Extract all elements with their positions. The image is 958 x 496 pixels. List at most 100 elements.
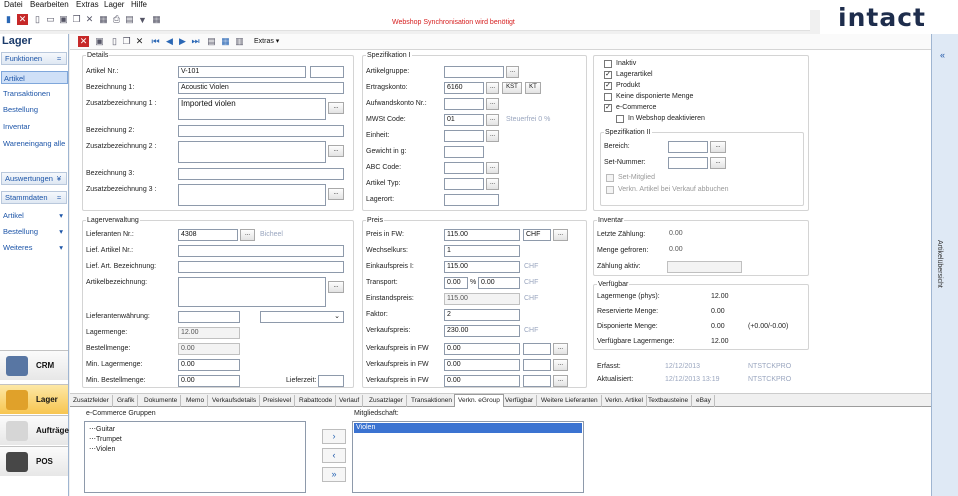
mitgliedschaft-list[interactable]: Violen [352, 421, 584, 493]
close-icon[interactable]: ✕ [84, 14, 95, 25]
set-nummer-lookup-button[interactable]: ... [710, 157, 726, 169]
tab-verkaufsdetails[interactable]: Verkaufsdetails [209, 395, 261, 407]
keine-dispo-checkbox[interactable] [604, 93, 612, 101]
set-nummer-input[interactable] [668, 157, 708, 169]
bezeichnung3-input[interactable] [178, 168, 344, 180]
delete-icon[interactable]: ✕ [17, 14, 28, 25]
tab-zusatzfelder[interactable]: Zusatzfelder [70, 395, 113, 407]
verkaufspreis-fw2-currency[interactable] [523, 359, 551, 371]
next-record-icon[interactable]: ▶ [177, 36, 188, 47]
sidebar-item-weiteres[interactable]: Weiteres ▾ [1, 241, 68, 254]
currency-lookup-button[interactable]: ... [553, 229, 568, 241]
lief-art-bez-input[interactable] [178, 261, 344, 273]
table-icon[interactable]: ▦ [151, 14, 162, 25]
sidebar-item-artikel[interactable]: Artikel [1, 71, 68, 84]
artikelbezeichnung-textarea[interactable] [178, 277, 326, 307]
verkaufspreis-fw3-lookup[interactable]: ... [553, 375, 568, 387]
aufwandskonto-lookup-button[interactable]: ... [486, 98, 499, 110]
verkaufspreis-fw1-input[interactable]: 0.00 [444, 343, 520, 355]
expand-panel-icon[interactable]: « [940, 50, 945, 60]
gewicht-input[interactable] [444, 146, 484, 158]
nav-auftraege[interactable]: Aufträge [0, 415, 69, 445]
menu-bearbeiten[interactable]: Bearbeiten [30, 0, 69, 10]
artikel-typ-lookup-button[interactable]: ... [486, 178, 499, 190]
tab-rabattcode[interactable]: Rabattcode [296, 395, 337, 407]
new-record-icon[interactable]: ▯ [109, 36, 120, 47]
artikelbezeichnung-more-button[interactable]: ... [328, 281, 344, 293]
grid-icon[interactable]: ▦ [98, 14, 109, 25]
last-record-icon[interactable]: ⏭ [190, 36, 201, 47]
ecommerce-gruppen-tree[interactable]: ⋯Guitar ⋯Trumpet ⋯Violen [84, 421, 306, 493]
einheit-lookup-button[interactable]: ... [486, 130, 499, 142]
artikel-nr-suffix-input[interactable] [310, 66, 344, 78]
filter-icon[interactable]: ▼ [137, 14, 148, 25]
faktor-input[interactable]: 2 [444, 309, 520, 321]
verkaufspreis-fw3-input[interactable]: 0.00 [444, 375, 520, 387]
bars-icon[interactable]: ▮ [3, 14, 14, 25]
artikel-typ-input[interactable] [444, 178, 484, 190]
nav-lager[interactable]: Lager [0, 384, 68, 414]
aufwandskonto-input[interactable] [444, 98, 484, 110]
menu-extras[interactable]: Extras [76, 0, 99, 10]
zusatzbez2-textarea[interactable] [178, 141, 326, 163]
sidebar-item-transaktionen[interactable]: Transaktionen [1, 87, 68, 100]
lief-artikel-nr-input[interactable] [178, 245, 344, 257]
sidebar-item-stamm-bestellung[interactable]: Bestellung ▾ [1, 225, 68, 238]
extras-dropdown[interactable]: Extras ▾ [254, 37, 279, 45]
tab-preislevel[interactable]: Preislevel [260, 395, 296, 407]
menu-lager[interactable]: Lager [104, 0, 124, 10]
section-funktionen[interactable]: Funktionen ≈ [1, 52, 67, 65]
wechselkurs-input[interactable]: 1 [444, 245, 520, 257]
verkaufspreis-fw1-currency[interactable] [523, 343, 551, 355]
kt-button[interactable]: KT [525, 82, 541, 94]
lagerort-input[interactable] [444, 194, 499, 206]
tree-item[interactable]: ⋯Guitar [89, 425, 115, 433]
verkaufspreis-fw2-input[interactable]: 0.00 [444, 359, 520, 371]
report-icon[interactable]: ▤ [206, 36, 217, 47]
mwst-input[interactable]: 01 [444, 114, 484, 126]
zusatzbez3-textarea[interactable] [178, 184, 326, 206]
tree-item[interactable]: ⋯Violen [89, 445, 115, 453]
tab-verkn-artikel[interactable]: Verkn. Artikel [602, 395, 647, 407]
bereich-lookup-button[interactable]: ... [710, 141, 726, 153]
menu-hilfe[interactable]: Hilfe [131, 0, 147, 10]
bereich-input[interactable] [668, 141, 708, 153]
einheit-input[interactable] [444, 130, 484, 142]
currency-input[interactable]: CHF [523, 229, 551, 241]
min-lagermenge-input[interactable]: 0.00 [178, 359, 240, 371]
save-record-icon[interactable]: ▣ [94, 36, 105, 47]
tab-weitere-lieferanten[interactable]: Weitere Lieferanten [538, 395, 602, 407]
webshop-deaktivieren-checkbox[interactable] [616, 115, 624, 123]
copy-record-icon[interactable]: ❐ [121, 36, 132, 47]
printer-icon[interactable]: ▤ [124, 14, 135, 25]
verkaufspreis-input[interactable]: 230.00 [444, 325, 520, 337]
bezeichnung2-input[interactable] [178, 125, 344, 137]
new-icon[interactable]: ▯ [32, 14, 43, 25]
transport-percent-input[interactable]: 0.00 [444, 277, 468, 289]
zusatzbez1-more-button[interactable]: ... [328, 102, 344, 114]
ertragskonto-input[interactable]: 6160 [444, 82, 484, 94]
zusatzbez1-textarea[interactable]: Imported violen [178, 98, 326, 120]
artikelgruppe-lookup-button[interactable]: ... [506, 66, 519, 78]
verkn-abbuchen-checkbox[interactable] [606, 186, 614, 194]
tab-grafik[interactable]: Grafik [114, 395, 139, 407]
lieferzeit-input[interactable] [318, 375, 344, 387]
transport-value-input[interactable]: 0.00 [478, 277, 520, 289]
move-left-button[interactable]: ‹ [322, 448, 346, 463]
zusatzbez2-more-button[interactable]: ... [328, 145, 344, 157]
kst-button[interactable]: KST [502, 82, 522, 94]
sidebar-item-bestellung[interactable]: Bestellung [1, 103, 68, 116]
lieferanten-lookup-button[interactable]: ... [240, 229, 255, 241]
close-record-icon[interactable]: ✕ [134, 36, 145, 47]
einkaufspreis-input[interactable]: 115.00 [444, 261, 520, 273]
tree-item[interactable]: ⋯Trumpet [89, 435, 122, 443]
move-all-right-button[interactable]: » [322, 467, 346, 482]
tab-ebay[interactable]: eBay [693, 395, 715, 407]
lagerartikel-checkbox[interactable]: ✓ [604, 71, 612, 79]
ertragskonto-lookup-button[interactable]: ... [486, 82, 499, 94]
list-item[interactable]: Violen [354, 423, 582, 433]
sidebar-item-wareneingang[interactable]: Wareneingang alle [1, 137, 68, 150]
abc-code-lookup-button[interactable]: ... [486, 162, 499, 174]
view-icon[interactable]: ▦ [220, 36, 231, 47]
delete-record-icon[interactable]: ✕ [78, 36, 89, 47]
